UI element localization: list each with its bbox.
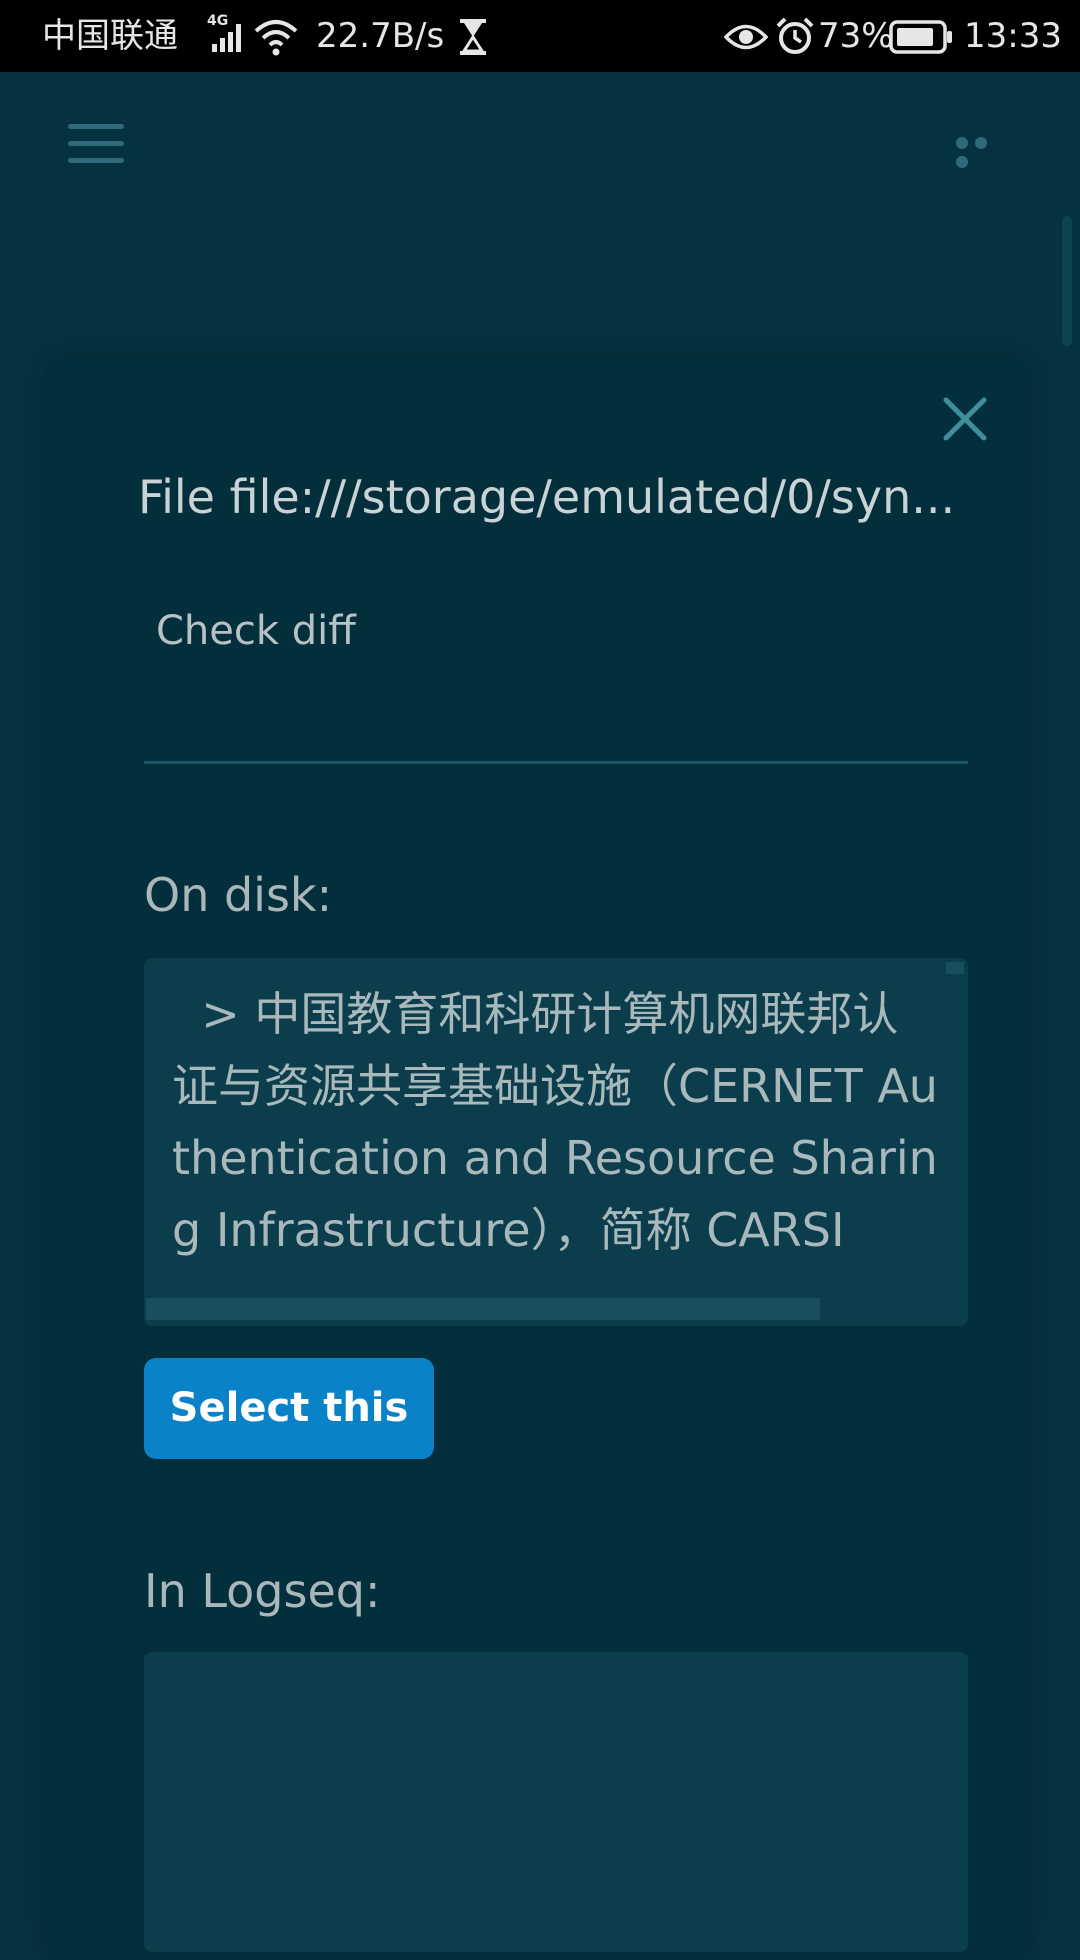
horizontal-scrollbar[interactable]	[146, 1298, 820, 1320]
battery-icon	[889, 20, 952, 54]
battery-percent-label: 73%	[818, 16, 894, 56]
dialog-title: File file:///storage/emulated/0/syn...	[138, 470, 956, 524]
on-disk-textarea[interactable]: > 中国教育和科研计算机网联邦认证与资源共享基础设施（CERNET Authen…	[144, 958, 968, 1326]
alarm-icon	[776, 17, 814, 54]
page-scrollbar[interactable]	[1062, 216, 1072, 346]
hamburger-menu-icon[interactable]	[68, 124, 124, 166]
signal-icon	[212, 24, 241, 52]
check-diff-button[interactable]: Check diff	[156, 608, 356, 654]
on-disk-content: > 中国教育和科研计算机网联邦认证与资源共享基础设施（CERNET Authen…	[172, 987, 938, 1257]
hourglass-icon	[460, 19, 486, 55]
in-logseq-textarea[interactable]	[144, 1652, 968, 1952]
in-logseq-label: In Logseq:	[144, 1564, 381, 1618]
in-logseq-content	[172, 1672, 942, 1952]
network-speed-label: 22.7B/s	[316, 16, 445, 56]
more-dots-icon[interactable]	[956, 134, 1012, 168]
eye-icon	[724, 24, 768, 50]
vertical-scrollbar[interactable]	[946, 962, 964, 974]
wifi-icon	[254, 20, 298, 56]
carrier-label: 中国联通	[42, 16, 178, 56]
close-icon[interactable]	[940, 394, 990, 444]
divider	[144, 761, 968, 764]
clock-label: 13:33	[964, 16, 1062, 56]
select-this-button[interactable]: Select this	[144, 1358, 434, 1459]
on-disk-label: On disk:	[144, 868, 333, 922]
status-bar: 中国联通 4G 22.7B/s 73% 13:33	[0, 0, 1080, 72]
